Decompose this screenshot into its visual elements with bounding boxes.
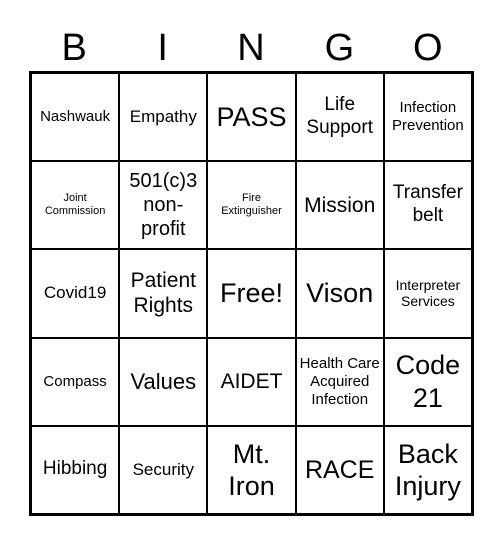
- bingo-grid: Nashwauk Empathy PASS Life Support Infection…: [29, 71, 474, 516]
- header-letter-n: N: [237, 27, 265, 69]
- header-letter-g: G: [324, 27, 355, 69]
- bingo-cell[interactable]: Code 21: [383, 337, 472, 426]
- bingo-cell[interactable]: Patient Rights: [119, 249, 208, 338]
- bingo-cell[interactable]: Interpreter Services: [383, 249, 472, 338]
- bingo-cell[interactable]: 501(c)3 non-profit: [119, 161, 208, 250]
- bingo-cell[interactable]: RACE: [295, 425, 384, 514]
- bingo-cell[interactable]: Vison: [295, 249, 384, 338]
- bingo-cell[interactable]: Nashwauk: [31, 73, 120, 162]
- bingo-cell[interactable]: Covid19: [31, 249, 120, 338]
- bingo-cell[interactable]: Life Support: [295, 73, 384, 162]
- bingo-cell[interactable]: Back Injury: [383, 425, 472, 514]
- bingo-cell[interactable]: AIDET: [207, 337, 296, 426]
- bingo-cell[interactable]: Mt. Iron: [207, 425, 296, 514]
- header-letter-i: I: [157, 27, 168, 69]
- bingo-cell[interactable]: Transfer belt: [383, 161, 472, 250]
- bingo-cell[interactable]: Values: [119, 337, 208, 426]
- bingo-cell[interactable]: Mission: [295, 161, 384, 250]
- bingo-cell[interactable]: Free!: [207, 249, 296, 338]
- bingo-cell[interactable]: Compass: [31, 337, 120, 426]
- bingo-cell[interactable]: Empathy: [119, 73, 208, 162]
- header-letter-b: B: [61, 27, 87, 69]
- bingo-cell[interactable]: Joint Commission: [31, 161, 120, 250]
- bingo-header: B I N G O: [30, 22, 472, 74]
- bingo-cell[interactable]: Hibbing: [31, 425, 120, 514]
- bingo-cell[interactable]: PASS: [207, 73, 296, 162]
- header-letter-o: O: [413, 27, 443, 69]
- bingo-cell[interactable]: Fire Extinguisher: [207, 161, 296, 250]
- bingo-cell[interactable]: Health Care Acquired Infection: [295, 337, 384, 426]
- bingo-cell[interactable]: Infection Prevention: [383, 73, 472, 162]
- bingo-cell[interactable]: Security: [119, 425, 208, 514]
